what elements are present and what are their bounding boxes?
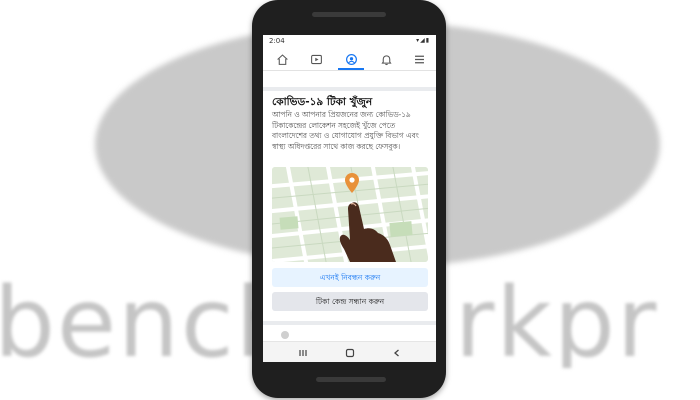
video-icon bbox=[310, 54, 322, 64]
home-icon bbox=[276, 53, 288, 65]
map-illustration bbox=[272, 167, 428, 262]
android-home-button[interactable] bbox=[342, 346, 358, 359]
phone-speaker-top bbox=[312, 12, 386, 17]
nav-groups[interactable] bbox=[340, 50, 362, 68]
recent-apps-button[interactable] bbox=[295, 346, 311, 359]
bell-icon bbox=[380, 54, 392, 65]
nav-notifications[interactable] bbox=[375, 50, 397, 68]
phone-screen: 2:04 ▾◢▮ কোভিড-১৯ টিকা খুঁজুন আপনি ও আপন… bbox=[263, 35, 436, 362]
android-back-button[interactable] bbox=[389, 346, 405, 359]
status-icons: ▾◢▮ bbox=[416, 37, 430, 44]
nav-home[interactable] bbox=[271, 50, 293, 68]
card-title: কোভিড-১৯ টিকা খুঁজুন bbox=[272, 96, 373, 108]
phone-speaker-bottom bbox=[316, 377, 386, 382]
section-separator bbox=[263, 87, 436, 91]
status-time: 2:04 bbox=[269, 37, 285, 45]
back-icon bbox=[394, 349, 399, 356]
groups-icon bbox=[345, 53, 357, 65]
map-illustration-svg bbox=[272, 167, 428, 262]
menu-icon bbox=[414, 55, 424, 63]
avatar bbox=[281, 331, 289, 339]
recent-apps-icon bbox=[299, 349, 307, 356]
register-now-button[interactable]: এখনই নিবন্ধন করুন bbox=[272, 268, 428, 287]
find-vaccine-center-button[interactable]: টিকা কেন্দ্র সন্ধান করুন bbox=[272, 292, 428, 311]
nav-menu[interactable] bbox=[408, 50, 430, 68]
card-description: আপনি ও আপনার প্রিয়জনের জন্য কোভিড-১৯ টি… bbox=[272, 110, 419, 151]
android-nav-bar bbox=[263, 341, 436, 362]
facebook-nav-bar bbox=[263, 48, 436, 71]
home-circle-icon bbox=[345, 348, 355, 357]
nav-watch[interactable] bbox=[305, 50, 327, 68]
status-bar: 2:04 ▾◢▮ bbox=[263, 35, 436, 47]
nav-active-indicator bbox=[338, 68, 364, 70]
